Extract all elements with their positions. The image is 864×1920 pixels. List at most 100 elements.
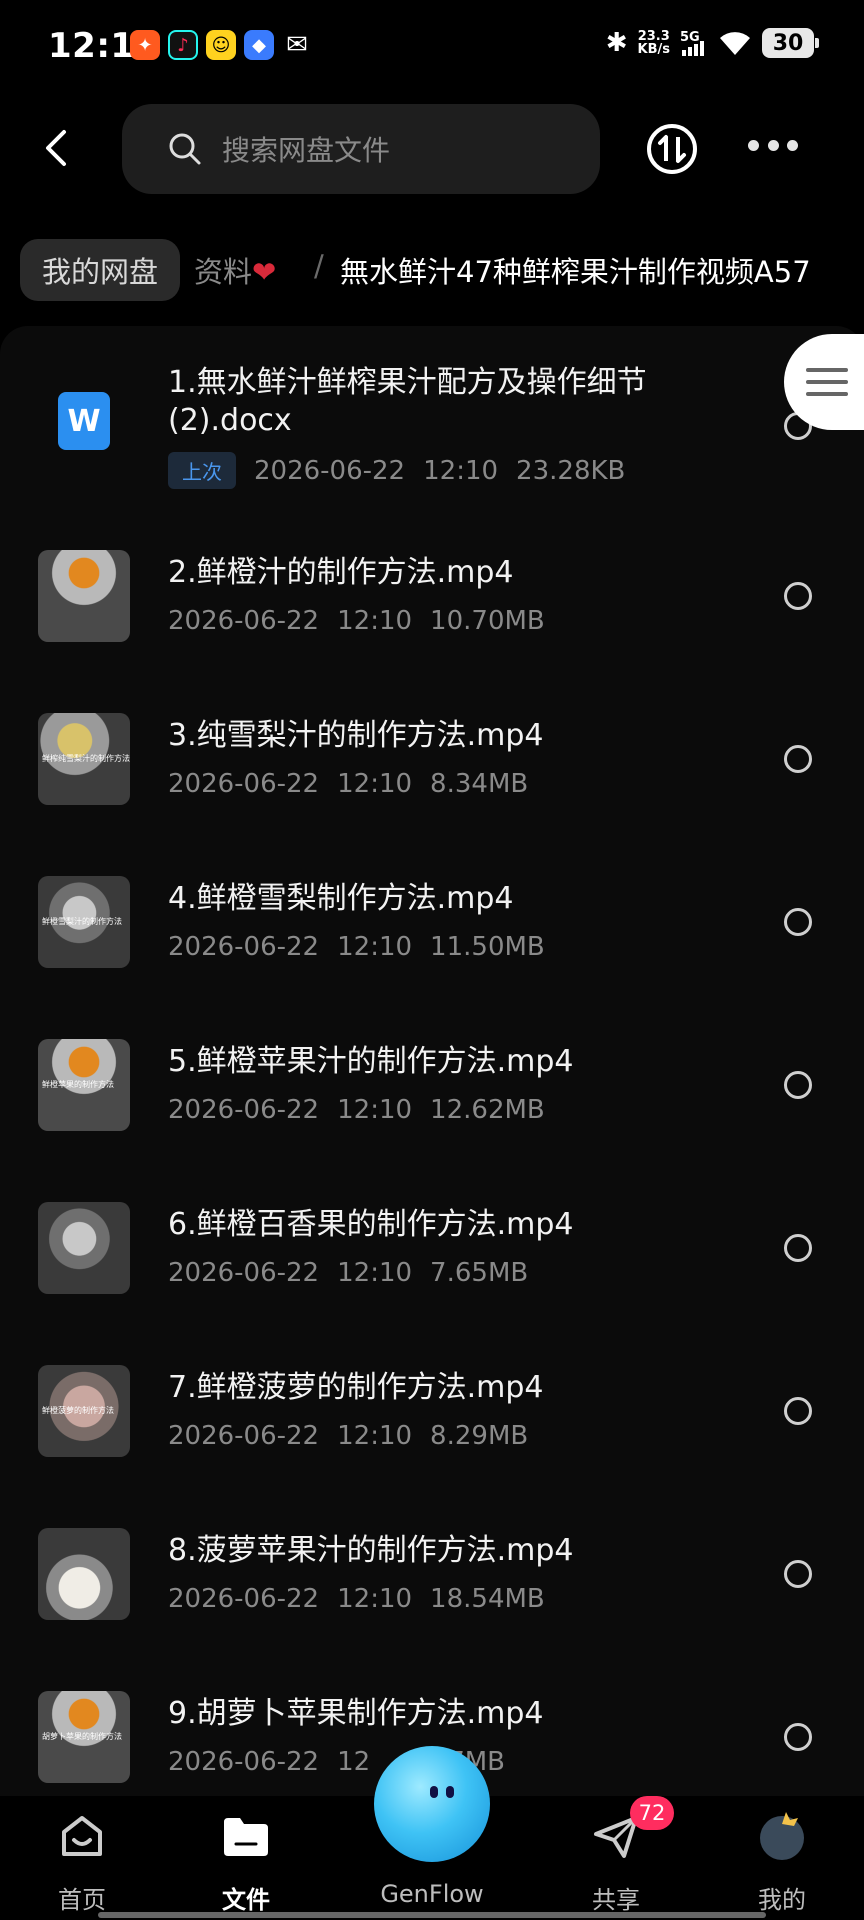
file-meta: 2026-06-22 12:10 7.65MB	[168, 1258, 546, 1288]
file-date: 2026-06-22	[254, 455, 406, 486]
battery-icon: 30	[762, 28, 819, 58]
more-options-icon[interactable]	[748, 140, 798, 156]
status-app-icons: ✦ ♪ ☺ ◆ ✉	[130, 30, 312, 60]
file-time: 12:10	[337, 1258, 413, 1288]
video-thumbnail	[38, 1202, 130, 1294]
select-radio[interactable]	[784, 1234, 812, 1262]
nav-home[interactable]: 首页	[22, 1796, 142, 1914]
file-row[interactable]: 鲜橙苹果的制作方法 5.鲜橙苹果汁的制作方法.mp4 2026-06-22 12…	[0, 1039, 864, 1202]
cellular-signal-icon: 5G	[680, 28, 708, 58]
app-notification-icon: ✦	[130, 30, 160, 60]
wifi-icon	[720, 32, 750, 55]
select-radio[interactable]	[784, 745, 812, 773]
avatar-icon	[760, 1812, 804, 1860]
file-name: 2.鲜橙汁的制作方法.mp4	[168, 555, 514, 590]
net-speed: 23.3 KB/s	[638, 30, 670, 56]
select-radio[interactable]	[784, 1071, 812, 1099]
last-opened-tag: 上次	[168, 452, 236, 489]
file-date: 2026-06-22	[168, 1421, 320, 1451]
file-meta: 2026-06-22 12:10 12.62MB	[168, 1095, 563, 1125]
select-radio[interactable]	[784, 1397, 812, 1425]
breadcrumb-root[interactable]: 我的网盘	[20, 239, 181, 301]
file-time: 12	[337, 1747, 371, 1777]
file-row[interactable]: W 1.無水鲜汁鲜榨果汁配方及操作细节(2).docx 上次 2026-06-2…	[0, 352, 864, 515]
breadcrumb-parent-label: 资料	[194, 255, 253, 289]
file-size: 10.70MB	[430, 606, 545, 636]
file-date: 2026-06-22	[168, 932, 320, 962]
file-size: 8.34MB	[430, 769, 529, 799]
wechat-icon: ✉	[286, 30, 308, 60]
thumbnail-caption: 鲜榨纯雪梨汁的制作方法	[42, 754, 130, 763]
nav-share-label: 共享	[592, 1886, 640, 1914]
select-radio[interactable]	[784, 908, 812, 936]
home-indicator[interactable]	[98, 1912, 766, 1918]
file-meta: 2026-06-22 12:10 11.50MB	[168, 932, 563, 962]
thumbnail-caption: 鲜橙菠萝的制作方法	[42, 1406, 114, 1415]
transfer-icon[interactable]	[646, 123, 698, 175]
file-size: 11.50MB	[430, 932, 545, 962]
file-row[interactable]: 6.鲜橙百香果的制作方法.mp4 2026-06-22 12:10 7.65MB	[0, 1202, 864, 1365]
file-row[interactable]: 鲜榨纯雪梨汁的制作方法 3.纯雪梨汁的制作方法.mp4 2026-06-22 1…	[0, 713, 864, 876]
file-name: 7.鲜橙菠萝的制作方法.mp4	[168, 1370, 544, 1405]
file-date: 2026-06-22	[168, 1584, 320, 1614]
nav-genflow-label: GenFlow	[380, 1880, 484, 1908]
net-speed-unit: KB/s	[637, 42, 670, 57]
file-meta: 2026-06-22 12:10 8.29MB	[168, 1421, 546, 1451]
breadcrumb: 我的网盘 资料❤ / 無水鲜汁47种鲜榨果汁制作视频A57	[0, 236, 864, 306]
file-name: 9.胡萝卜苹果制作方法.mp4	[168, 1696, 544, 1731]
breadcrumb-current: 無水鲜汁47种鲜榨果汁制作视频A57	[340, 255, 811, 289]
file-time: 12:10	[337, 1584, 413, 1614]
heart-icon: ❤	[252, 255, 277, 289]
bluetooth-icon: ✱	[605, 28, 628, 58]
thumbnail-caption: 胡萝卜苹果的制作方法	[42, 1732, 122, 1741]
file-time: 12:10	[337, 932, 413, 962]
status-bar: 12:11 ✦ ♪ ☺ ◆ ✉ ✱ 23.3 KB/s 5G 30	[0, 0, 864, 96]
select-radio[interactable]	[784, 1723, 812, 1751]
file-time: 12:10	[423, 455, 499, 486]
thumbnail-caption: 鲜橙苹果的制作方法	[42, 1080, 114, 1089]
back-arrow-icon[interactable]	[36, 126, 80, 170]
file-time: 12:10	[337, 1421, 413, 1451]
video-thumbnail: 鲜橙菠萝的制作方法	[38, 1365, 130, 1457]
breadcrumb-parent[interactable]: 资料❤	[194, 249, 276, 291]
file-name: 8.菠萝苹果汁的制作方法.mp4	[168, 1533, 574, 1568]
file-date: 2026-06-22	[168, 1095, 320, 1125]
select-radio[interactable]	[784, 1560, 812, 1588]
folder-icon	[224, 1818, 268, 1856]
search-placeholder: 搜索网盘文件	[222, 134, 391, 167]
file-name: 5.鲜橙苹果汁的制作方法.mp4	[168, 1044, 574, 1079]
file-row[interactable]: 鲜橙菠萝的制作方法 7.鲜橙菠萝的制作方法.mp4 2026-06-22 12:…	[0, 1365, 864, 1528]
file-row[interactable]: 鲜橙雪梨汁的制作方法 4.鲜橙雪梨制作方法.mp4 2026-06-22 12:…	[0, 876, 864, 1039]
status-indicators: ✱ 23.3 KB/s 5G 30	[605, 28, 819, 58]
app-yellow-icon: ☺	[206, 30, 236, 60]
word-doc-icon: W	[58, 392, 110, 450]
file-row[interactable]: 8.菠萝苹果汁的制作方法.mp4 2026-06-22 12:10 18.54M…	[0, 1528, 864, 1691]
nav-home-label: 首页	[58, 1886, 106, 1914]
search-input[interactable]: 搜索网盘文件	[122, 104, 600, 194]
file-date: 2026-06-22	[168, 769, 320, 799]
select-radio[interactable]	[784, 582, 812, 610]
file-date: 2026-06-22	[168, 1258, 320, 1288]
file-size: 12.62MB	[430, 1095, 545, 1125]
file-date: 2026-06-22	[168, 1747, 320, 1777]
file-date: 2026-06-22	[168, 606, 320, 636]
tiktok-icon: ♪	[168, 30, 198, 60]
thumbnail-caption: 鲜橙雪梨汁的制作方法	[42, 917, 122, 926]
file-row[interactable]: 2.鲜橙汁的制作方法.mp4 2026-06-22 12:10 10.70MB	[0, 550, 864, 713]
file-size: 8.29MB	[430, 1421, 529, 1451]
nav-me[interactable]: 我的	[722, 1796, 842, 1914]
nav-files[interactable]: 文件	[186, 1796, 306, 1914]
file-name: 1.無水鲜汁鲜榨果汁配方及操作细节(2).docx	[168, 365, 647, 438]
file-size: 7.65MB	[430, 1258, 529, 1288]
file-size: 23.28KB	[516, 455, 626, 486]
file-meta: 2026-06-22 12:10 10.70MB	[168, 606, 563, 636]
app-blue-icon: ◆	[244, 30, 274, 60]
genflow-mascot-icon[interactable]	[374, 1746, 490, 1862]
video-thumbnail: 鲜橙苹果的制作方法	[38, 1039, 130, 1131]
nav-me-label: 我的	[758, 1886, 806, 1914]
file-name: 3.纯雪梨汁的制作方法.mp4	[168, 718, 544, 753]
file-name: 4.鲜橙雪梨制作方法.mp4	[168, 881, 514, 916]
search-icon	[169, 133, 201, 165]
file-size: 18.54MB	[430, 1584, 545, 1614]
breadcrumb-separator: /	[314, 249, 324, 283]
